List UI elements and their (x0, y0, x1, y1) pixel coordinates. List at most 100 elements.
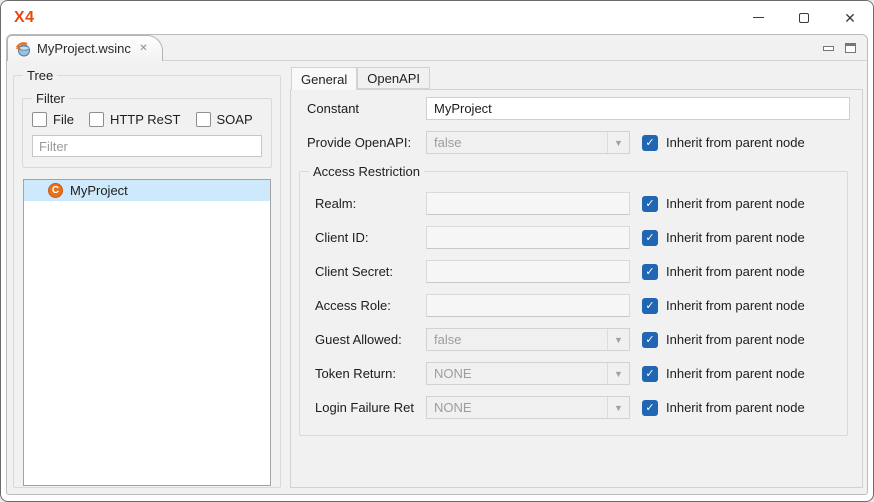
view-maximize-icon[interactable] (845, 43, 856, 53)
inherit-label: Inherit from parent node (666, 400, 805, 415)
inherit-checkbox[interactable]: ✓ (642, 230, 658, 246)
client-id-label: Client ID: (315, 230, 426, 245)
token-return-value: NONE (427, 366, 607, 381)
app-window: X4 ✕ MyProject.wsinc (0, 0, 874, 502)
filter-group-label: Filter (32, 91, 69, 106)
token-return-inherit[interactable]: ✓ Inherit from parent node (642, 366, 805, 382)
constant-label: Constant (307, 101, 426, 116)
filter-group: Filter File HTTP ReST SOAP (22, 98, 272, 168)
editor-content: Tree Filter File HTTP ReST (7, 62, 867, 494)
editor-tabstrip: MyProject.wsinc ✕ (7, 35, 867, 61)
view-minimize-icon[interactable] (823, 46, 834, 51)
tab-general[interactable]: General (291, 67, 357, 90)
tree-group: Tree Filter File HTTP ReST (13, 75, 281, 488)
filter-checkbox-soap[interactable]: SOAP (196, 112, 253, 127)
tree-group-label: Tree (23, 68, 57, 83)
filter-checkbox-http-rest[interactable]: HTTP ReST (89, 112, 181, 127)
inherit-label: Inherit from parent node (666, 366, 805, 381)
inherit-checkbox[interactable]: ✓ (642, 196, 658, 212)
tree-item-label: MyProject (70, 183, 128, 198)
constant-row: Constant (307, 97, 850, 120)
realm-row: Realm: ✓ Inherit from parent node (315, 192, 847, 215)
access-restriction-group: Access Restriction Realm: ✓ Inherit from… (299, 171, 848, 436)
guest-allowed-select: false ▼ (426, 328, 630, 351)
login-failure-inherit[interactable]: ✓ Inherit from parent node (642, 400, 805, 416)
access-role-inherit[interactable]: ✓ Inherit from parent node (642, 298, 805, 314)
guest-allowed-inherit[interactable]: ✓ Inherit from parent node (642, 332, 805, 348)
inherit-checkbox[interactable]: ✓ (642, 135, 658, 151)
inherit-label: Inherit from parent node (666, 264, 805, 279)
tree-item-myproject[interactable]: C MyProject (24, 180, 270, 201)
client-id-inherit[interactable]: ✓ Inherit from parent node (642, 230, 805, 246)
inherit-checkbox[interactable]: ✓ (642, 298, 658, 314)
file-checkbox[interactable] (32, 112, 47, 127)
client-id-row: Client ID: ✓ Inherit from parent node (315, 226, 847, 249)
provide-openapi-label: Provide OpenAPI: (307, 135, 426, 150)
provide-openapi-select: false ▼ (426, 131, 630, 154)
guest-allowed-label: Guest Allowed: (315, 332, 426, 347)
chevron-down-icon: ▼ (607, 329, 629, 350)
detail-panel: General OpenAPI Constant Provide OpenAPI… (290, 67, 863, 488)
filter-input[interactable] (32, 135, 262, 157)
detail-tabs: General OpenAPI (291, 67, 863, 89)
window-controls: ✕ (735, 1, 873, 34)
client-secret-row: Client Secret: ✓ Inherit from parent nod… (315, 260, 847, 283)
inherit-checkbox[interactable]: ✓ (642, 264, 658, 280)
editor-frame: MyProject.wsinc ✕ Tree Filter File (6, 34, 868, 495)
title-bar: X4 ✕ (1, 1, 873, 34)
access-role-row: Access Role: ✓ Inherit from parent node (315, 294, 847, 317)
maximize-button[interactable] (781, 1, 827, 34)
http-rest-checkbox[interactable] (89, 112, 104, 127)
client-secret-label: Client Secret: (315, 264, 426, 279)
token-return-select: NONE ▼ (426, 362, 630, 385)
tab-close-icon[interactable]: ✕ (137, 42, 150, 55)
soap-checkbox[interactable] (196, 112, 211, 127)
tab-openapi[interactable]: OpenAPI (357, 67, 430, 89)
file-checkbox-label: File (53, 112, 74, 127)
guest-allowed-value: false (427, 332, 607, 347)
realm-inherit[interactable]: ✓ Inherit from parent node (642, 196, 805, 212)
filter-checkbox-file[interactable]: File (32, 112, 74, 127)
login-failure-label: Login Failure Ret (315, 400, 426, 415)
close-button[interactable]: ✕ (827, 1, 873, 34)
token-return-label: Token Return: (315, 366, 426, 381)
inherit-checkbox[interactable]: ✓ (642, 366, 658, 382)
login-failure-select: NONE ▼ (426, 396, 630, 419)
guest-allowed-row: Guest Allowed: false ▼ ✓ Inherit from pa… (315, 328, 847, 351)
view-controls (823, 43, 856, 53)
access-role-input (426, 294, 630, 317)
filter-checkbox-row: File HTTP ReST SOAP (32, 112, 262, 127)
maximize-icon (799, 13, 809, 23)
chevron-down-icon: ▼ (607, 363, 629, 384)
login-failure-row: Login Failure Ret NONE ▼ ✓ Inherit from … (315, 396, 847, 419)
inherit-checkbox[interactable]: ✓ (642, 400, 658, 416)
provide-openapi-row: Provide OpenAPI: false ▼ ✓ Inherit from … (307, 131, 850, 154)
inherit-label: Inherit from parent node (666, 196, 805, 211)
minimize-button[interactable] (735, 1, 781, 34)
token-return-row: Token Return: NONE ▼ ✓ Inherit from pare… (315, 362, 847, 385)
inherit-label: Inherit from parent node (666, 332, 805, 347)
provide-openapi-value: false (427, 135, 607, 150)
access-restriction-label: Access Restriction (309, 164, 424, 179)
editor-tab-title: MyProject.wsinc (37, 41, 131, 56)
inherit-checkbox[interactable]: ✓ (642, 332, 658, 348)
inherit-label: Inherit from parent node (666, 135, 805, 150)
client-id-input (426, 226, 630, 249)
project-node-icon: C (48, 183, 63, 198)
close-icon: ✕ (844, 11, 856, 25)
http-rest-checkbox-label: HTTP ReST (110, 112, 181, 127)
client-secret-inherit[interactable]: ✓ Inherit from parent node (642, 264, 805, 280)
tree-view[interactable]: C MyProject (23, 179, 271, 486)
inherit-label: Inherit from parent node (666, 298, 805, 313)
constant-input[interactable] (426, 97, 850, 120)
chevron-down-icon: ▼ (607, 397, 629, 418)
general-tab-pane: Constant Provide OpenAPI: false ▼ ✓ Inhe… (290, 89, 863, 488)
inherit-label: Inherit from parent node (666, 230, 805, 245)
realm-input (426, 192, 630, 215)
access-role-label: Access Role: (315, 298, 426, 313)
provide-openapi-inherit[interactable]: ✓ Inherit from parent node (642, 135, 805, 151)
soap-checkbox-label: SOAP (217, 112, 253, 127)
client-secret-input (426, 260, 630, 283)
editor-tab-myproject-wsinc[interactable]: MyProject.wsinc ✕ (7, 35, 163, 61)
wsinc-file-icon (15, 41, 31, 57)
